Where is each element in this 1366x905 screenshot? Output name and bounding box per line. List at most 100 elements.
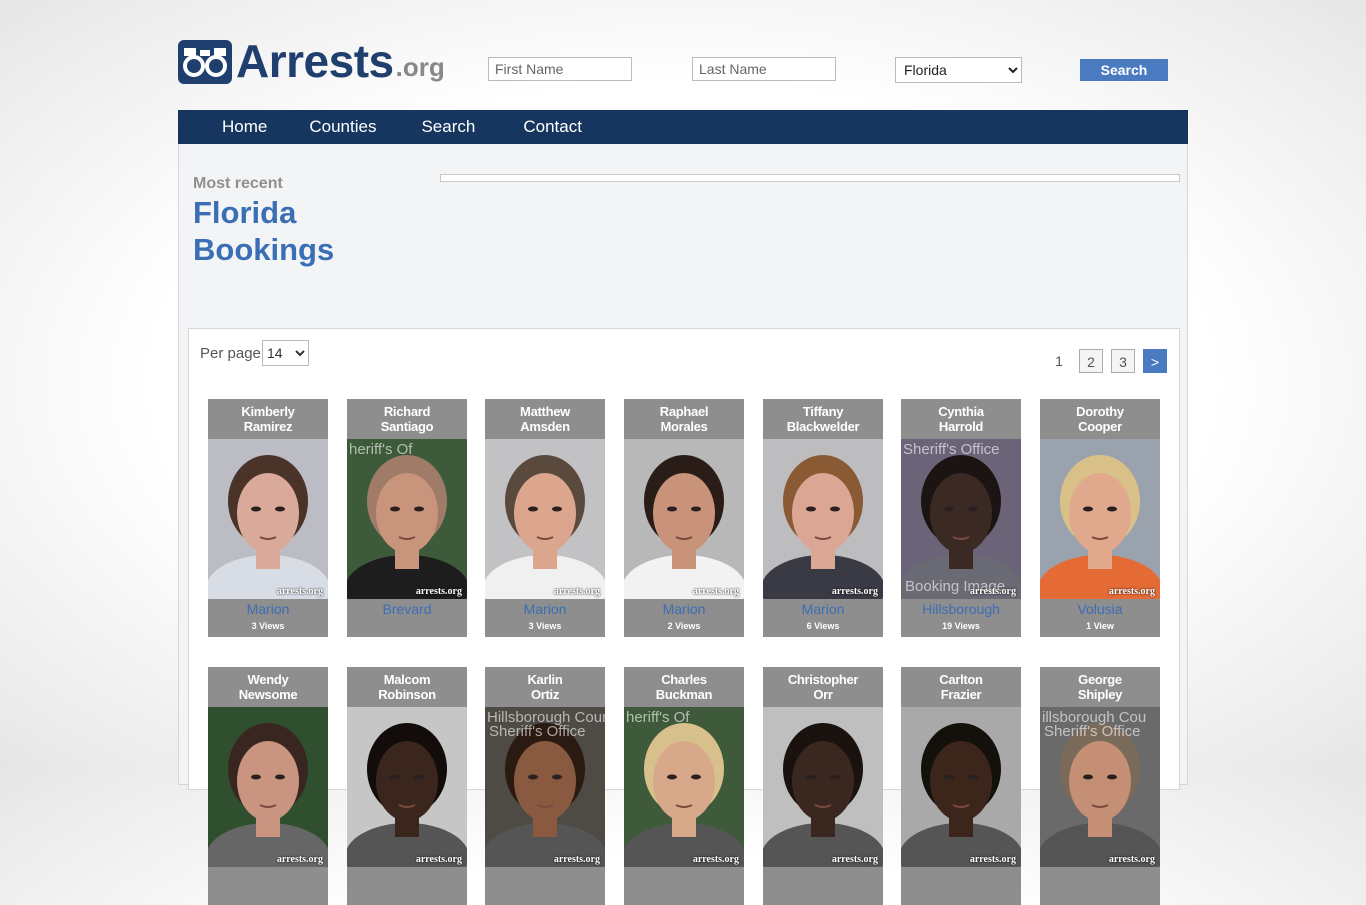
- booking-last-name: Amsden: [520, 419, 570, 434]
- booking-first-name: Karlin: [527, 672, 563, 687]
- booking-last-name: Newsome: [238, 687, 298, 702]
- logo-text: Arrests: [236, 35, 394, 87]
- logo-suffix: .org: [395, 52, 445, 82]
- photo-watermark: arrests.org: [553, 586, 600, 597]
- booking-card[interactable]: Karlin Ortiz Hillsborough Coun Sheriff's Of…: [485, 667, 605, 905]
- booking-name[interactable]: Kimberly Ramirez: [208, 404, 328, 434]
- nav-counties[interactable]: Counties: [309, 110, 376, 144]
- search-button[interactable]: Search: [1080, 59, 1168, 81]
- mugshot-photo[interactable]: arrests.org: [485, 439, 605, 599]
- mugshot-photo[interactable]: arrests.org: [208, 439, 328, 599]
- booking-card[interactable]: Charles Buckman heriff's Of arrests.org: [624, 667, 744, 905]
- booking-name[interactable]: Tiffany Blackwelder: [763, 404, 883, 434]
- ad-placeholder: [440, 174, 1180, 182]
- content-panel: Most recent Florida Bookings Per page 14…: [178, 144, 1188, 905]
- booking-card[interactable]: Richard Santiago heriff's Of arrests.org Bre…: [347, 399, 467, 637]
- booking-name[interactable]: Charles Buckman: [624, 672, 744, 702]
- booking-name[interactable]: Christopher Orr: [763, 672, 883, 702]
- booking-views: 3 Views: [528, 621, 562, 631]
- mugshot-photo[interactable]: arrests.org: [208, 707, 328, 867]
- booking-county-link[interactable]: Marion: [624, 601, 744, 617]
- photo-watermark: arrests.org: [415, 854, 462, 865]
- booking-card[interactable]: Tiffany Blackwelder arrests.org Marion 6 Vie…: [763, 399, 883, 637]
- booking-first-name: Charles: [661, 672, 707, 687]
- photo-watermark: arrests.org: [969, 586, 1016, 597]
- mugshot-photo[interactable]: Hillsborough Coun Sheriff's Office arrests…: [485, 707, 605, 867]
- booking-county-link[interactable]: Volusia: [1040, 601, 1160, 617]
- booking-county-link[interactable]: Marion: [763, 601, 883, 617]
- booking-name[interactable]: Dorothy Cooper: [1040, 404, 1160, 434]
- booking-first-name: Matthew: [520, 404, 570, 419]
- booking-card[interactable]: Raphael Morales arrests.org Marion 2 Views: [624, 399, 744, 637]
- page-title: Florida Bookings: [193, 194, 334, 268]
- booking-name[interactable]: Matthew Amsden: [485, 404, 605, 434]
- booking-card[interactable]: Malcom Robinson arrests.org: [347, 667, 467, 905]
- nav-search[interactable]: Search: [421, 110, 475, 144]
- booking-name[interactable]: George Shipley: [1040, 672, 1160, 702]
- mugshot-photo[interactable]: heriff's Of arrests.org: [347, 439, 467, 599]
- photo-overlay-text: Sheriff's Office: [489, 723, 586, 740]
- booking-name[interactable]: Carlton Frazier: [901, 672, 1021, 702]
- booking-card[interactable]: George Shipley illsborough Cou Sheriff's Of…: [1040, 667, 1160, 905]
- booking-name[interactable]: Malcom Robinson: [347, 672, 467, 702]
- photo-watermark: arrests.org: [1108, 854, 1155, 865]
- mugshot-photo[interactable]: arrests.org: [763, 439, 883, 599]
- booking-first-name: Raphael: [659, 404, 709, 419]
- last-name-input[interactable]: [692, 57, 836, 81]
- first-name-input[interactable]: [488, 57, 632, 81]
- booking-card[interactable]: Wendy Newsome arrests.org: [208, 667, 328, 905]
- nav-home[interactable]: Home: [222, 110, 267, 144]
- booking-last-name: Buckman: [655, 687, 713, 702]
- booking-name[interactable]: Richard Santiago: [347, 404, 467, 434]
- photo-overlay-text: Sheriff's Office: [1044, 723, 1141, 740]
- booking-name[interactable]: Wendy Newsome: [208, 672, 328, 702]
- booking-last-name: Ortiz: [530, 687, 560, 702]
- booking-last-name: Frazier: [940, 687, 982, 702]
- booking-card[interactable]: Cynthia Harrold Sheriff's Office Booking Im…: [901, 399, 1021, 637]
- booking-county-link[interactable]: Marion: [208, 601, 328, 617]
- bookings-listing: Per page 14 1 2 3 > Kimberly Ramirez arres…: [188, 328, 1180, 905]
- mugshot-photo[interactable]: arrests.org: [901, 707, 1021, 867]
- booking-county-link[interactable]: Brevard: [347, 601, 467, 617]
- photo-watermark: arrests.org: [276, 586, 323, 597]
- per-page-select[interactable]: 14: [262, 340, 309, 366]
- booking-card[interactable]: Carlton Frazier arrests.org: [901, 667, 1021, 905]
- page-2-link[interactable]: 2: [1079, 349, 1103, 373]
- booking-last-name: Santiago: [380, 419, 434, 434]
- booking-first-name: George: [1078, 672, 1122, 687]
- mugshot-photo[interactable]: arrests.org: [1040, 439, 1160, 599]
- mugshot-photo[interactable]: arrests.org: [347, 707, 467, 867]
- booking-views: 1 View: [1086, 621, 1114, 631]
- site-logo[interactable]: Arrests .org: [178, 34, 445, 84]
- booking-county-link[interactable]: Marion: [485, 601, 605, 617]
- mugshot-photo[interactable]: heriff's Of arrests.org: [624, 707, 744, 867]
- mugshot-photo[interactable]: arrests.org: [763, 707, 883, 867]
- page-title-line2: Bookings: [193, 232, 335, 267]
- booking-first-name: Malcom: [383, 672, 431, 687]
- photo-watermark: arrests.org: [969, 854, 1016, 865]
- booking-first-name: Christopher: [787, 672, 859, 687]
- photo-overlay-text: heriff's Of: [626, 709, 690, 726]
- booking-last-name: Ramirez: [243, 419, 293, 434]
- main-nav: Home Counties Search Contact: [178, 110, 1188, 144]
- booking-card[interactable]: Kimberly Ramirez arrests.org Marion 3 Views: [208, 399, 328, 637]
- nav-contact[interactable]: Contact: [523, 110, 582, 144]
- booking-last-name: Shipley: [1077, 687, 1123, 702]
- page-3-link[interactable]: 3: [1111, 349, 1135, 373]
- booking-county-link[interactable]: Hillsborough: [901, 601, 1021, 617]
- booking-card[interactable]: Dorothy Cooper arrests.org Volusia 1 View: [1040, 399, 1160, 637]
- booking-card[interactable]: Christopher Orr arrests.org: [763, 667, 883, 905]
- booking-card[interactable]: Matthew Amsden arrests.org Marion 3 Views: [485, 399, 605, 637]
- handcuffs-logo-icon: [178, 40, 232, 84]
- booking-first-name: Richard: [383, 404, 431, 419]
- booking-name[interactable]: Raphael Morales: [624, 404, 744, 434]
- booking-first-name: Carlton: [939, 672, 983, 687]
- booking-first-name: Wendy: [247, 672, 289, 687]
- mugshot-photo[interactable]: arrests.org: [624, 439, 744, 599]
- next-page-button[interactable]: >: [1143, 349, 1167, 373]
- booking-name[interactable]: Cynthia Harrold: [901, 404, 1021, 434]
- mugshot-photo[interactable]: illsborough Cou Sheriff's Office arrests.o…: [1040, 707, 1160, 867]
- state-select[interactable]: Florida: [895, 57, 1022, 83]
- mugshot-photo[interactable]: Sheriff's Office Booking Image arrests.org: [901, 439, 1021, 599]
- booking-name[interactable]: Karlin Ortiz: [485, 672, 605, 702]
